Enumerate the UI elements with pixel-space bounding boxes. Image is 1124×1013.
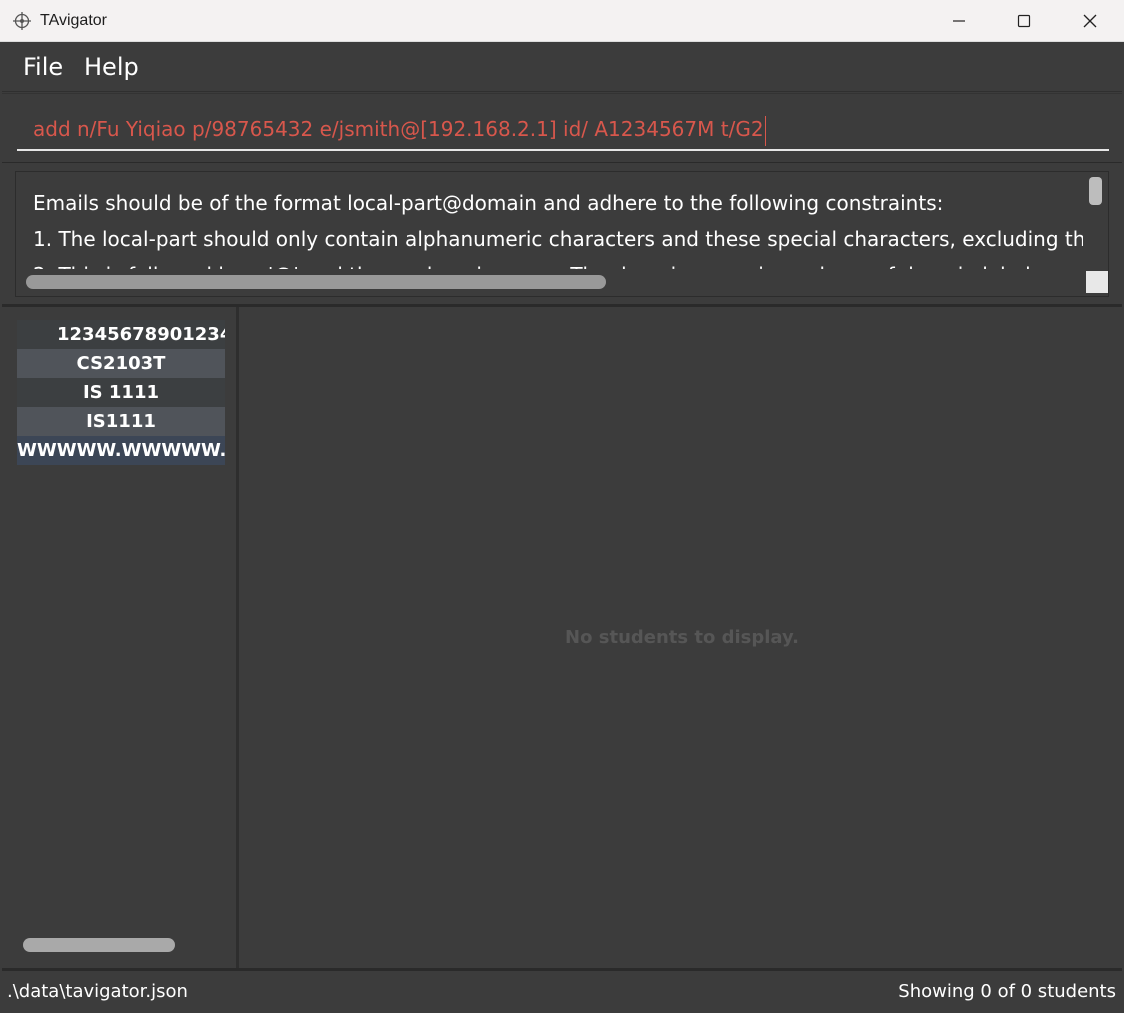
minimize-icon (953, 20, 965, 22)
status-bar: .\data\tavigator.json Showing 0 of 0 stu… (2, 968, 1122, 1011)
tutorial-group-item[interactable]: IS 1111 (17, 378, 225, 407)
student-count: Showing 0 of 0 students (898, 981, 1116, 1002)
result-line: Emails should be of the format local-par… (33, 191, 944, 215)
command-box: add n/Fu Yiqiao p/98765432 e/jsmith@[192… (2, 93, 1122, 163)
maximize-icon (1017, 14, 1031, 28)
menu-file[interactable]: File (23, 53, 63, 81)
tutorial-group-item[interactable]: IS1111 (17, 407, 225, 436)
compass-icon (13, 12, 31, 30)
tutorial-group-item[interactable]: CS2103T (17, 349, 225, 378)
tutorial-group-list: 123456789012345 CS2103T IS 1111 IS1111 W… (17, 320, 225, 465)
data-file-path: .\data\tavigator.json (7, 981, 188, 1002)
minimize-button[interactable] (926, 0, 992, 42)
tutorial-list-scrollbar[interactable] (23, 938, 175, 952)
maximize-button[interactable] (991, 0, 1057, 42)
tutorial-group-panel: 123456789012345 CS2103T IS 1111 IS1111 W… (2, 307, 239, 968)
close-icon (1083, 14, 1097, 28)
result-line: 1. The local-part should only contain al… (33, 227, 1083, 251)
scrollbar-corner (1086, 271, 1108, 293)
result-display: Emails should be of the format local-par… (15, 171, 1109, 297)
menu-help[interactable]: Help (84, 53, 139, 81)
student-list-panel: No students to display. (242, 307, 1122, 968)
title-bar: TAvigator (0, 0, 1124, 42)
window-title: TAvigator (40, 12, 107, 29)
empty-state-message: No students to display. (565, 627, 799, 648)
close-button[interactable] (1057, 0, 1123, 42)
text-caret (764, 115, 766, 146)
result-line: 2. This is followed by a '@' and then a … (33, 257, 1083, 269)
menu-bar: File Help (2, 42, 1122, 92)
command-text: add n/Fu Yiqiao p/98765432 e/jsmith@[192… (33, 117, 764, 141)
command-input[interactable]: add n/Fu Yiqiao p/98765432 e/jsmith@[192… (17, 111, 1109, 151)
horizontal-scrollbar[interactable] (26, 275, 606, 289)
vertical-scrollbar[interactable] (1089, 177, 1102, 205)
app-window: File Help add n/Fu Yiqiao p/98765432 e/j… (2, 42, 1122, 1011)
tutorial-group-item[interactable]: WWWWW.WWWWW.WWWWW (17, 436, 225, 465)
result-text: Emails should be of the format local-par… (33, 185, 1083, 269)
tutorial-group-item[interactable]: 123456789012345 (17, 320, 225, 349)
